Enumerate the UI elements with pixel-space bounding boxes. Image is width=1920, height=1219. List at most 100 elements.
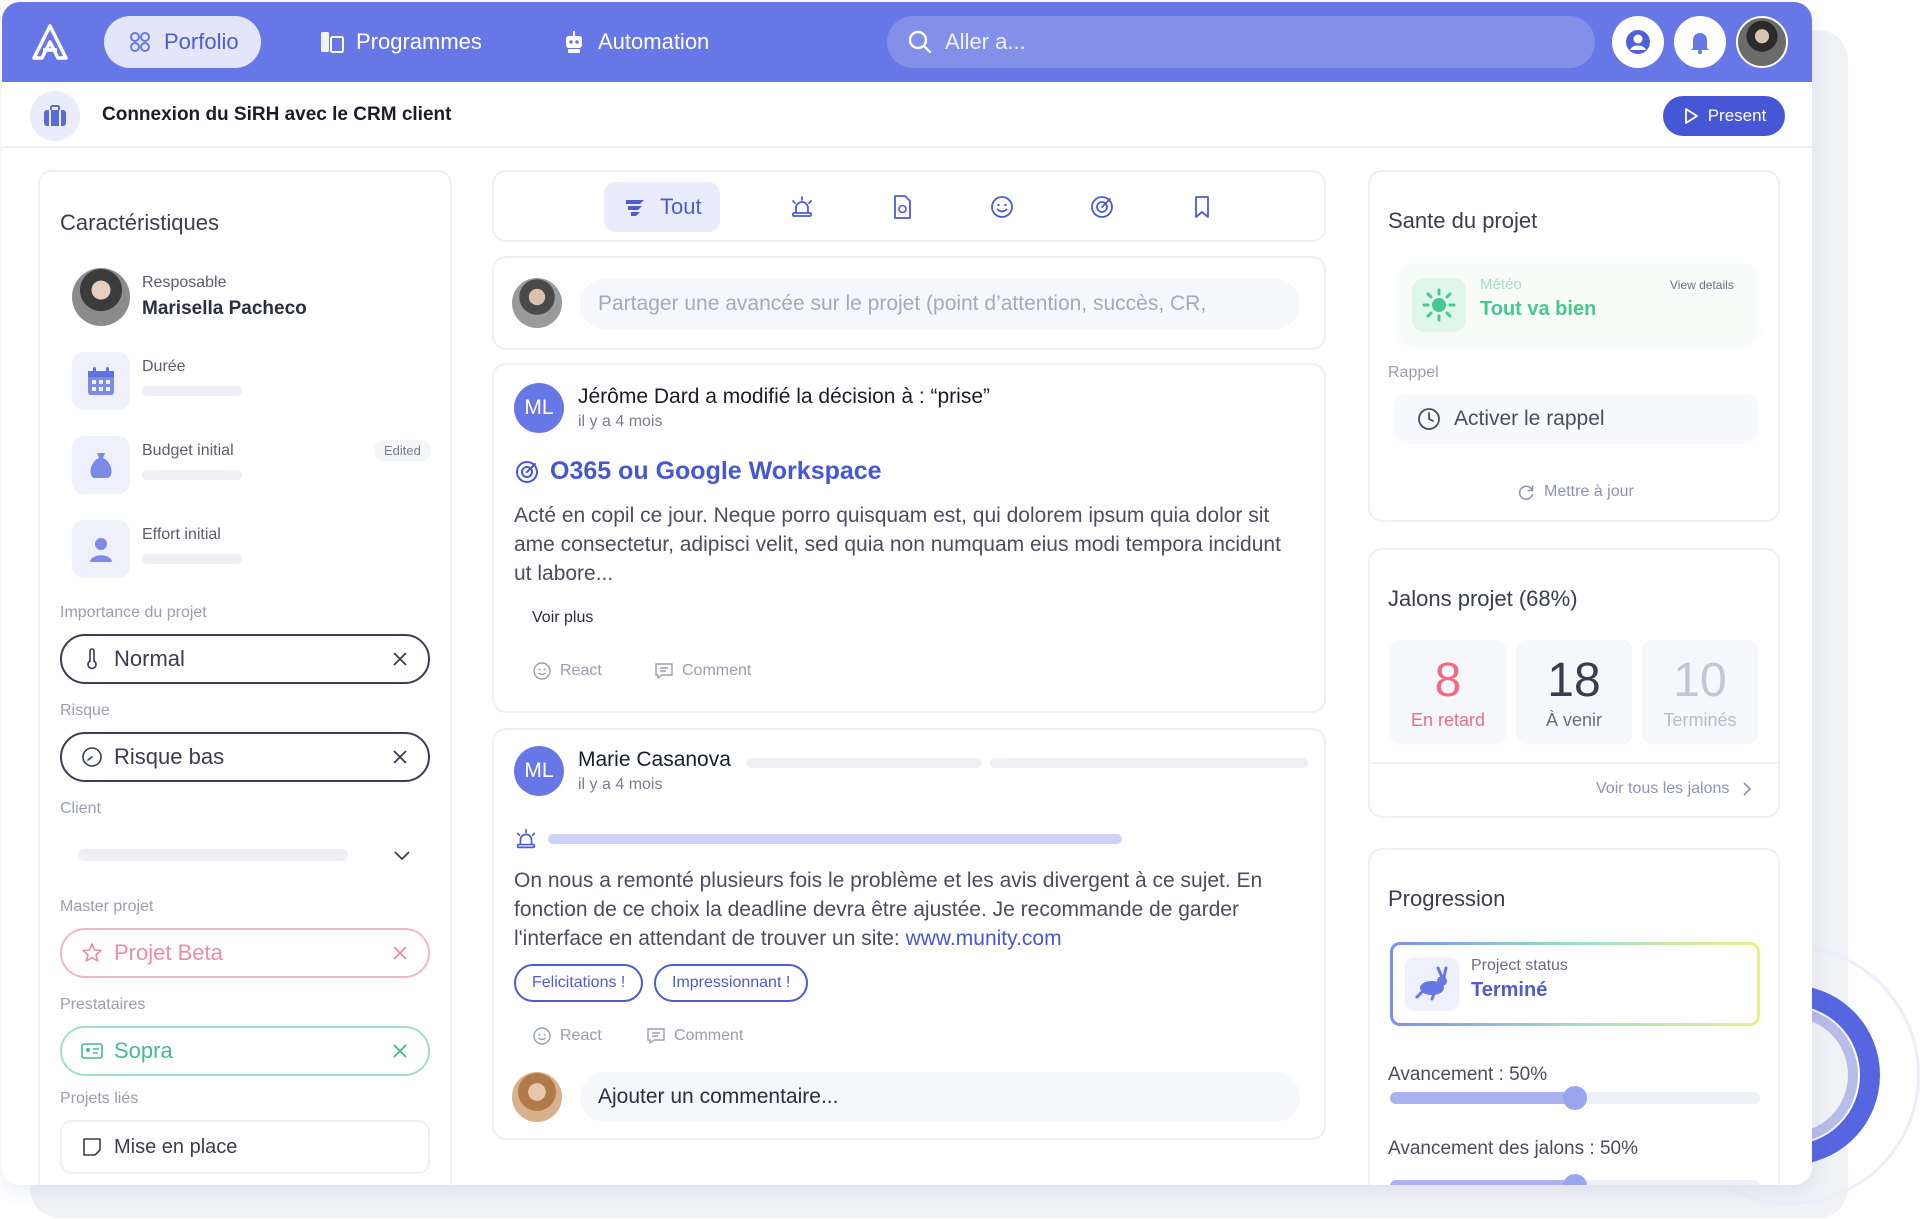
reaction-chip-impressionnant[interactable]: Impressionnant ! <box>654 964 809 1002</box>
risque-field[interactable]: Risque bas <box>60 732 430 782</box>
effort-label: Effort initial <box>142 526 221 543</box>
see-more-link[interactable]: Voir plus <box>532 609 593 627</box>
see-all-milestones-link[interactable]: Voir tous les jalons <box>1596 780 1755 798</box>
comment-button[interactable]: Comment <box>654 661 751 681</box>
nav-programmes[interactable]: Programmes <box>296 16 504 68</box>
projets-lies-field[interactable]: Mise en place <box>60 1120 430 1174</box>
comment-icon <box>655 663 673 679</box>
project-health-panel: Sante du projet Météo Tout va bien View … <box>1368 170 1780 522</box>
master-value: Projet Beta <box>114 940 223 965</box>
filter-alert[interactable] <box>782 182 822 232</box>
clear-risque-icon[interactable] <box>390 747 410 767</box>
importance-field[interactable]: Normal <box>60 634 430 684</box>
post-link[interactable]: www.munity.com <box>906 927 1062 950</box>
progress-title: Progression <box>1388 886 1506 911</box>
projets-lies-label: Projets liés <box>60 1090 139 1107</box>
meteo-card[interactable]: Météo Tout va bien View details <box>1400 264 1756 344</box>
post-title[interactable]: O365 ou Google Workspace <box>514 457 882 486</box>
nav-portfolio[interactable]: Porfolio <box>104 16 261 68</box>
effort-row[interactable]: Effort initial <box>72 520 432 580</box>
user-profile-button[interactable] <box>1612 16 1664 68</box>
importance-value: Normal <box>114 646 185 671</box>
reaction-chip-felicitations[interactable]: Felicitations ! <box>514 964 644 1002</box>
app-logo[interactable] <box>30 22 70 62</box>
milestones-done[interactable]: 10 Terminés <box>1642 640 1758 744</box>
milestones-late[interactable]: 8 En retard <box>1390 640 1506 744</box>
add-comment-input[interactable]: Ajouter un commentaire... <box>580 1072 1300 1122</box>
jalons-slider[interactable] <box>1390 1174 1760 1185</box>
star-icon <box>82 943 102 962</box>
notifications-button[interactable] <box>1674 16 1726 68</box>
avancement-slider[interactable] <box>1390 1086 1760 1110</box>
view-details-link[interactable]: View details <box>1670 278 1734 292</box>
done-label: Terminés <box>1663 709 1737 730</box>
avancement-label: Avancement : 50% <box>1388 1064 1548 1085</box>
activate-reminder-button[interactable]: Activer le rappel <box>1394 394 1758 444</box>
health-title: Sante du projet <box>1388 208 1538 233</box>
bookmark-icon <box>1195 196 1209 218</box>
budget-row[interactable]: Budget initial Edited <box>72 436 432 496</box>
avancement-knob[interactable] <box>1563 1086 1587 1110</box>
milestones-panel: Jalons projet (68%) 8 En retard 18 À ven… <box>1368 548 1780 818</box>
id-card-icon <box>81 1043 103 1059</box>
post-title-text: O365 ou Google Workspace <box>550 457 882 485</box>
risque-label: Risque <box>60 702 110 719</box>
post-author-line: Jérôme Dard a modifié la décision à : “p… <box>578 385 991 408</box>
jalons-knob[interactable] <box>1563 1174 1587 1185</box>
chevron-right-icon <box>1743 782 1752 796</box>
rabbit-icon <box>1405 957 1459 1011</box>
status-label: Project status <box>1471 957 1568 974</box>
clear-master-icon[interactable] <box>390 943 410 963</box>
filter-document[interactable] <box>882 182 922 232</box>
project-status-card[interactable]: Project status Terminé <box>1390 942 1760 1026</box>
document-icon <box>894 195 911 219</box>
clear-importance-icon[interactable] <box>390 649 410 669</box>
react-button[interactable]: React <box>532 661 602 681</box>
target-icon <box>1091 196 1113 218</box>
milestones-upcoming[interactable]: 18 À venir <box>1516 640 1632 744</box>
clock-icon <box>1418 408 1440 430</box>
project-title: Connexion du SiRH avec le CRM client <box>102 104 452 125</box>
comment-button[interactable]: Comment <box>646 1026 743 1046</box>
nav-portfolio-label: Porfolio <box>164 29 239 54</box>
nav-automation[interactable]: Automation <box>538 16 731 68</box>
play-icon <box>1684 108 1698 124</box>
react-button[interactable]: React <box>532 1026 602 1046</box>
filter-target[interactable] <box>1082 182 1122 232</box>
milestones-title: Jalons projet (68%) <box>1388 586 1578 611</box>
search-input[interactable]: Aller a... <box>887 16 1595 68</box>
client-select[interactable] <box>60 830 430 880</box>
avancement-fill <box>1390 1092 1575 1104</box>
post-meta-placeholder <box>990 758 1308 768</box>
duree-row[interactable]: Durée <box>72 352 432 412</box>
feed-post-alert: ML Marie Casanova il y a 4 mois On nous … <box>492 728 1326 1140</box>
characteristics-title: Caractéristiques <box>60 210 219 235</box>
done-count: 10 <box>1673 653 1727 707</box>
comment-label: Comment <box>674 1027 744 1044</box>
budget-value-placeholder <box>142 470 242 480</box>
briefcase-icon <box>30 91 80 141</box>
person-icon <box>72 520 130 578</box>
filter-mood[interactable] <box>982 182 1022 232</box>
clear-prestataires-icon[interactable] <box>390 1041 410 1061</box>
account-avatar[interactable] <box>1736 16 1788 68</box>
responsable-row[interactable]: Resposable Marisella Pacheco <box>72 268 432 328</box>
update-link[interactable]: Mettre à jour <box>1516 482 1634 502</box>
post-author: Marie Casanova <box>578 748 731 771</box>
prestataires-field[interactable]: Sopra <box>60 1026 430 1076</box>
master-field[interactable]: Projet Beta <box>60 928 430 978</box>
refresh-icon <box>1518 485 1534 501</box>
see-all-label: Voir tous les jalons <box>1596 780 1730 797</box>
chevron-down-icon[interactable] <box>392 845 412 865</box>
rappel-button-label: Activer le rappel <box>1454 407 1605 430</box>
progress-panel: Progression Project status Terminé Avanc… <box>1368 848 1780 1185</box>
share-placeholder: Partager une avancée sur le projet (poin… <box>598 292 1207 315</box>
present-button[interactable]: Present <box>1663 96 1785 136</box>
filter-all[interactable]: Tout <box>604 182 720 232</box>
search-placeholder: Aller a... <box>945 29 1026 54</box>
feed-post-decision: ML Jérôme Dard a modifié la décision à :… <box>492 363 1326 713</box>
meteo-label: Météo <box>1480 276 1522 293</box>
filter-bookmark[interactable] <box>1182 182 1222 232</box>
rappel-label: Rappel <box>1388 364 1439 381</box>
share-update-input[interactable]: Partager une avancée sur le projet (poin… <box>580 278 1300 330</box>
